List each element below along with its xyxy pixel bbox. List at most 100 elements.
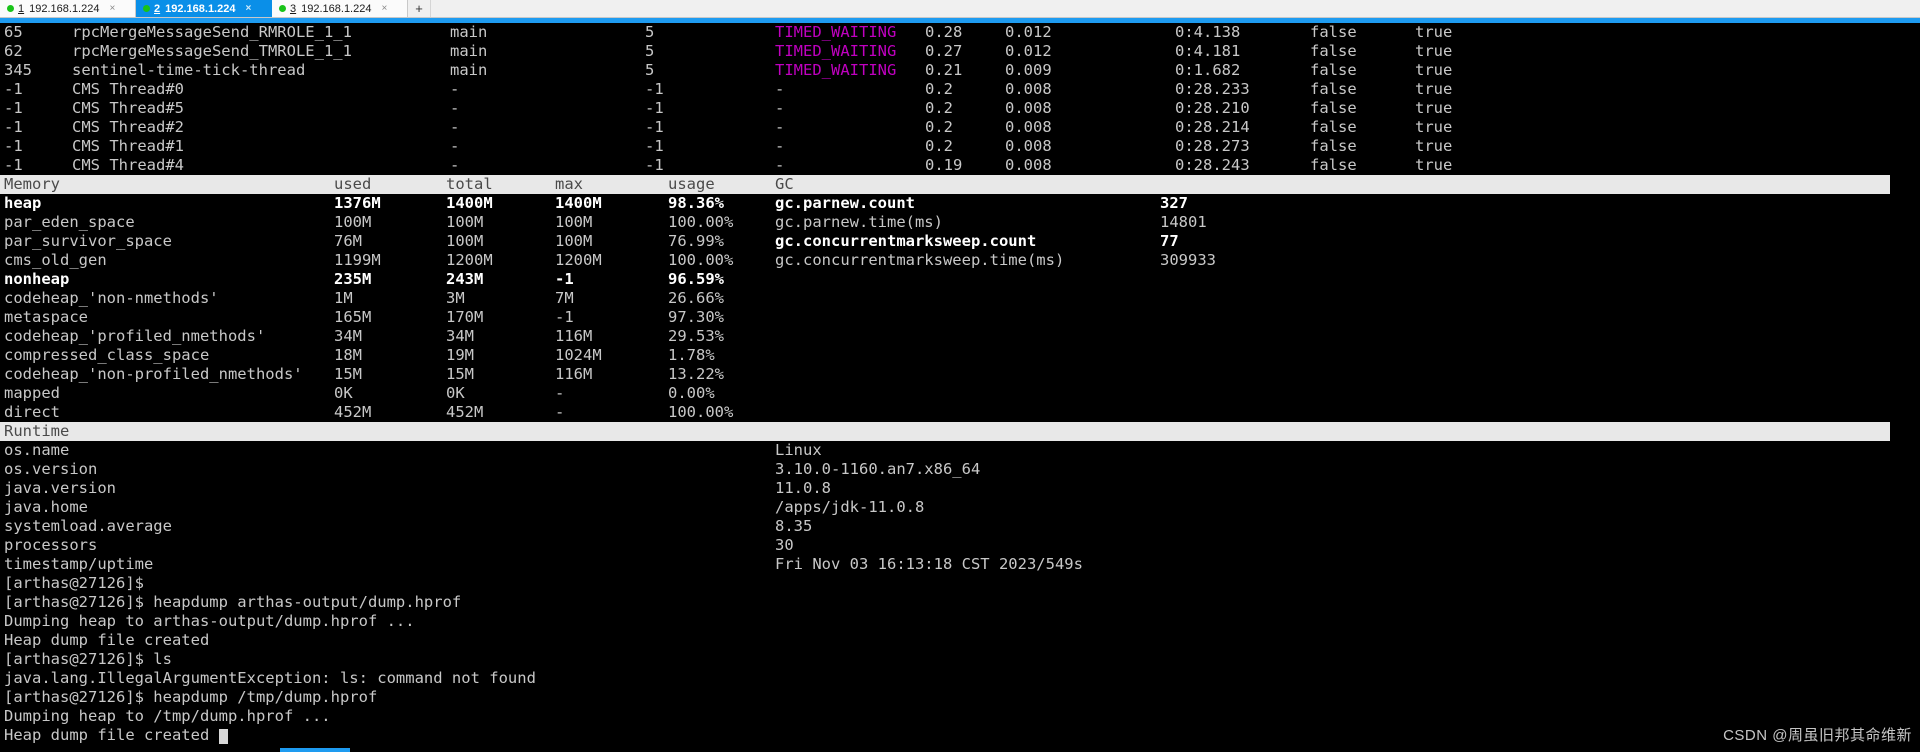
memory-total: 243M xyxy=(446,270,484,288)
memory-table-row: mapped 0K 0K - 0.00% xyxy=(0,384,1920,403)
runtime-section-header: Runtime xyxy=(0,422,1890,441)
thread-id: -1 xyxy=(4,137,23,155)
memory-col-usage: usage xyxy=(668,175,715,193)
memory-area-name: codeheap_'non-profiled_nmethods' xyxy=(4,365,303,383)
thread-time: 0:4.181 xyxy=(1175,42,1241,60)
memory-total: 452M xyxy=(446,403,484,421)
thread-daemon: true xyxy=(1415,156,1453,174)
thread-id: 345 xyxy=(4,61,32,79)
close-icon[interactable]: × xyxy=(245,3,251,14)
gc-metric-name: gc.concurrentmarksweep.count xyxy=(775,232,1037,250)
runtime-property-value: 11.0.8 xyxy=(775,479,831,497)
console-line-text: Heap dump file created xyxy=(4,726,210,744)
memory-used: 1M xyxy=(334,289,353,307)
thread-priority: 5 xyxy=(645,23,655,41)
memory-table-row: par_survivor_space 76M 100M 100M 76.99% gc.co… xyxy=(0,232,1920,251)
thread-daemon: true xyxy=(1415,61,1453,79)
thread-time: 0:28.210 xyxy=(1175,99,1250,117)
thread-id: 65 xyxy=(4,23,23,41)
thread-daemon: true xyxy=(1415,42,1453,60)
thread-group: - xyxy=(450,156,460,174)
console-line: [arthas@27126]$ heapdump /tmp/dump.hprof xyxy=(0,688,1920,707)
thread-priority: -1 xyxy=(645,137,664,155)
memory-max: 116M xyxy=(555,327,593,345)
close-icon[interactable]: × xyxy=(109,3,115,14)
runtime-table-row: os.version 3.10.0-1160.an7.x86_64 xyxy=(0,460,1920,479)
tab-index: 3 xyxy=(290,2,297,15)
horizontal-scrollbar[interactable] xyxy=(0,748,1920,752)
memory-table-row: heap 1376M 1400M 1400M 98.36% gc.parnew.count… xyxy=(0,194,1920,213)
terminal-screen[interactable]: 65 rpcMergeMessageSend_RMROLE_1_1main 5 TIM… xyxy=(0,18,1920,752)
memory-total: 19M xyxy=(446,346,474,364)
console-line: [arthas@27126]$ heapdump arthas-output/d… xyxy=(0,593,1920,612)
thread-name: CMS Thread#5 xyxy=(72,99,184,117)
memory-max: 7M xyxy=(555,289,574,307)
memory-section-header: Memory used total max usage GC xyxy=(0,175,1890,194)
terminal-tab-3[interactable]: 3 192.168.1.224 × xyxy=(272,0,408,17)
runtime-property-key: java.home xyxy=(4,498,88,516)
memory-area-name: metaspace xyxy=(4,308,88,326)
console-line-text: Heap dump file created xyxy=(4,631,210,649)
thread-time: 0:1.682 xyxy=(1175,61,1241,79)
terminal-tab-1[interactable]: 1 192.168.1.224 × xyxy=(0,0,136,17)
console-line: Dumping heap to arthas-output/dump.hprof… xyxy=(0,612,1920,631)
scrollbar-thumb[interactable] xyxy=(280,748,350,752)
thread-cpu: 0.2 xyxy=(925,99,953,117)
memory-usage: 1.78% xyxy=(668,346,715,364)
tab-bar[interactable]: 1 192.168.1.224 × 2 192.168.1.224 × 3 19… xyxy=(0,0,1920,18)
memory-used: 1199M xyxy=(334,251,381,269)
memory-used: 100M xyxy=(334,213,372,231)
thread-group: - xyxy=(450,99,460,117)
runtime-table-row: processors 30 xyxy=(0,536,1920,555)
memory-area-name: par_eden_space xyxy=(4,213,135,231)
close-icon[interactable]: × xyxy=(381,3,387,14)
gc-metric-name: gc.parnew.count xyxy=(775,194,915,212)
thread-priority: -1 xyxy=(645,99,664,117)
memory-max: - xyxy=(555,403,565,421)
console-line-text: Dumping heap to arthas-output/dump.hprof… xyxy=(4,612,415,630)
thread-cpu: 0.27 xyxy=(925,42,963,60)
terminal-cursor xyxy=(218,729,228,744)
runtime-property-key: systemload.average xyxy=(4,517,172,535)
memory-total: 0K xyxy=(446,384,465,402)
runtime-table-row: java.home/apps/jdk-11.0.8 xyxy=(0,498,1920,517)
console-line: java.lang.IllegalArgumentException: ls: … xyxy=(0,669,1920,688)
thread-interrupted: false xyxy=(1310,80,1357,98)
thread-interrupted: false xyxy=(1310,118,1357,136)
gc-metric-value: 14801 xyxy=(1160,213,1207,231)
memory-max: 1024M xyxy=(555,346,602,364)
thread-state: - xyxy=(775,118,785,136)
runtime-header-label: Runtime xyxy=(4,422,70,440)
runtime-property-value: Linux xyxy=(775,441,822,459)
console-line-text: Dumping heap to /tmp/dump.hprof ... xyxy=(4,707,331,725)
runtime-property-value: 30 xyxy=(775,536,794,554)
thread-table-row: -1 CMS Thread#4 - -1 - 0.19 0.008 0:28.243 false… xyxy=(0,156,1920,175)
thread-cpu: 0.2 xyxy=(925,118,953,136)
memory-used: 165M xyxy=(334,308,372,326)
new-tab-button[interactable]: + xyxy=(408,0,431,17)
memory-usage: 76.99% xyxy=(668,232,724,250)
thread-state: - xyxy=(775,137,785,155)
memory-area-name: mapped xyxy=(4,384,60,402)
thread-delta-time: 0.009 xyxy=(1005,61,1052,79)
thread-time: 0:4.138 xyxy=(1175,23,1241,41)
thread-interrupted: false xyxy=(1310,137,1357,155)
thread-daemon: true xyxy=(1415,118,1453,136)
terminal-tab-2[interactable]: 2 192.168.1.224 × xyxy=(136,0,272,17)
thread-table-row: -1 CMS Thread#5 - -1 - 0.2 0.008 0:28.210 false t… xyxy=(0,99,1920,118)
arthas-dashboard-output: 65 rpcMergeMessageSend_RMROLE_1_1main 5 TIM… xyxy=(0,23,1920,745)
memory-usage: 96.59% xyxy=(668,270,724,288)
runtime-table-row: os.name Linux xyxy=(0,441,1920,460)
thread-group: main xyxy=(450,42,488,60)
thread-state: TIMED_WAITING xyxy=(775,42,897,60)
thread-id: 62 xyxy=(4,42,23,60)
memory-max: 100M xyxy=(555,232,593,250)
thread-state: - xyxy=(775,80,785,98)
thread-interrupted: false xyxy=(1310,42,1357,60)
thread-interrupted: false xyxy=(1310,99,1357,117)
gc-metric-value: 327 xyxy=(1160,194,1188,212)
runtime-property-key: timestamp/uptime xyxy=(4,555,154,573)
thread-name: rpcMergeMessageSend_RMROLE_1_1 xyxy=(72,23,352,41)
tab-index: 1 xyxy=(18,2,25,15)
memory-usage: 26.66% xyxy=(668,289,724,307)
